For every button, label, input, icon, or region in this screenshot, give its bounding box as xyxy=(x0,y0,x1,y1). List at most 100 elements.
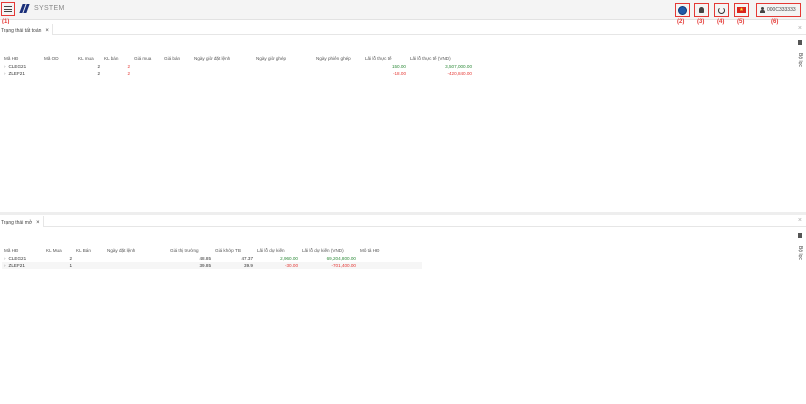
col-header[interactable]: Mô tả HĐ xyxy=(358,245,422,255)
contract-code: ZLEF21 xyxy=(8,263,25,268)
realized-pl: 150.00 xyxy=(391,64,406,69)
logo-text: SYSTEM xyxy=(34,5,65,12)
buy-volume: 1 xyxy=(44,262,74,269)
realized-pl: -18.00 xyxy=(392,71,406,76)
globe-icon xyxy=(678,5,687,15)
order-time xyxy=(192,63,254,70)
close-tab-icon[interactable]: × xyxy=(45,28,49,34)
refresh-button[interactable] xyxy=(714,3,729,17)
order-date xyxy=(105,255,168,262)
table-header-row: Mã HĐ Mã OD KL mua KL bán Giá mua Giá bá… xyxy=(2,53,474,63)
avg-match-price: 47.37 xyxy=(241,256,254,261)
expected-pl-vnd: -701,400.00 xyxy=(300,262,358,269)
col-header[interactable]: Giá bán xyxy=(162,53,192,63)
user-icon xyxy=(760,7,765,13)
col-header[interactable]: Mã OD xyxy=(42,53,76,63)
panel-divider[interactable] xyxy=(0,212,806,215)
tab-label: Trạng thái mở xyxy=(1,219,33,226)
user-account-button[interactable]: 000C333333 xyxy=(756,3,801,17)
col-header[interactable]: KL Bán xyxy=(74,245,105,255)
tab-label: Trạng thái tất toán xyxy=(1,27,42,34)
col-header[interactable]: Lãi lỗ dự kiến xyxy=(255,245,300,255)
expand-icon[interactable]: › xyxy=(4,256,6,261)
contract-code: CLEG21 xyxy=(8,256,27,261)
col-header[interactable]: Ngày giờ ghép xyxy=(254,53,314,63)
filter-toggle[interactable]: Bộ lọc xyxy=(797,246,803,260)
user-id: 000C333333 xyxy=(767,7,796,13)
filter-toggle[interactable]: Bộ lọc xyxy=(797,53,803,67)
expected-pl-vnd: 69,204,800.00 xyxy=(326,256,356,261)
refresh-icon xyxy=(718,6,725,14)
col-header[interactable]: Mã HĐ xyxy=(2,245,44,255)
table-row[interactable]: › ZLEF21 2 2 -18.00 -420,840.00 xyxy=(2,70,474,77)
open-positions-table: Mã HĐ KL Mua KL Bán Ngày đặt lệnh Giá th… xyxy=(2,245,422,269)
col-header[interactable]: Lãi lỗ thực tế (VND) xyxy=(408,53,474,63)
panel1-side-tools: Bộ lọc xyxy=(796,40,804,67)
contract-description xyxy=(358,255,422,262)
table-row[interactable]: › CLEG21 2 2 150.00 3,507,000.00 xyxy=(2,63,474,70)
col-header[interactable]: Giá khớp TB xyxy=(213,245,255,255)
close-tab-icon[interactable]: × xyxy=(36,220,40,226)
closed-positions-table: Mã HĐ Mã OD KL mua KL bán Giá mua Giá bá… xyxy=(2,53,474,77)
col-header[interactable]: Ngày đặt lệnh xyxy=(105,245,168,255)
contract-code: CLEG21 xyxy=(8,64,27,69)
sell-volume xyxy=(74,255,105,262)
expand-icon[interactable]: › xyxy=(4,71,6,76)
table-row[interactable]: › CLEG21 2 48.85 47.37 2,960.00 69,204,80… xyxy=(2,255,422,262)
sell-volume xyxy=(74,262,105,269)
closed-positions-header: Trạng thái tất toán × × xyxy=(0,24,806,35)
col-header[interactable]: Lãi lỗ thực tế xyxy=(363,53,408,63)
session-date xyxy=(314,63,363,70)
order-time xyxy=(192,70,254,77)
expected-pl: -30.00 xyxy=(255,262,300,269)
hamburger-icon xyxy=(4,6,12,12)
col-header[interactable]: KL Mua xyxy=(44,245,74,255)
table-row[interactable]: › ZLEF21 1 39.85 39.9 -30.00 -701,400.00 xyxy=(2,262,422,269)
buy-volume: 2 xyxy=(97,71,100,76)
tab-open-positions[interactable]: Trạng thái mở × xyxy=(0,216,44,227)
col-header[interactable]: Giá thị trường xyxy=(168,245,213,255)
order-date xyxy=(105,262,168,269)
panel2-side-tools: Bộ lọc xyxy=(796,233,804,260)
col-header[interactable]: Mã HĐ xyxy=(2,53,42,63)
sell-price xyxy=(162,63,192,70)
col-header[interactable]: Lãi lỗ dự kiến (VND) xyxy=(300,245,358,255)
bell-icon xyxy=(699,7,704,13)
col-header[interactable]: KL mua xyxy=(76,53,102,63)
export-document-icon[interactable] xyxy=(798,40,802,45)
open-positions-header: Trạng thái mở × × xyxy=(0,216,806,227)
col-header[interactable]: Giá mua xyxy=(132,53,162,63)
language-button[interactable] xyxy=(675,3,690,17)
sell-price xyxy=(162,70,192,77)
od-code xyxy=(42,70,76,77)
od-code xyxy=(42,63,76,70)
sell-volume: 2 xyxy=(127,64,130,69)
match-time xyxy=(254,70,314,77)
export-document-icon[interactable] xyxy=(798,233,802,238)
tab-closed-positions[interactable]: Trạng thái tất toán × xyxy=(0,24,53,35)
market-price: 39.85 xyxy=(168,262,213,269)
close-panel-icon[interactable]: × xyxy=(798,217,802,224)
menu-button[interactable] xyxy=(1,2,15,16)
expand-icon[interactable]: › xyxy=(4,64,6,69)
app-logo: SYSTEM xyxy=(19,4,65,13)
market-price: 48.85 xyxy=(199,256,212,261)
realized-pl-vnd: 3,507,000.00 xyxy=(445,64,472,69)
session-date xyxy=(314,70,363,77)
expand-icon[interactable]: › xyxy=(4,263,6,268)
col-header[interactable]: Ngày phiên ghép xyxy=(314,53,363,63)
sell-volume: 2 xyxy=(127,71,130,76)
vietnam-flag-icon: ★ xyxy=(737,7,746,13)
top-bar: SYSTEM ★ 000C333333 xyxy=(0,0,806,20)
close-panel-icon[interactable]: × xyxy=(798,25,802,32)
logo-icon xyxy=(19,4,31,13)
buy-volume: 2 xyxy=(97,64,100,69)
col-header[interactable]: Ngày giờ đặt lệnh xyxy=(192,53,254,63)
col-header[interactable]: KL bán xyxy=(102,53,132,63)
notification-button[interactable] xyxy=(694,3,709,17)
buy-volume: 2 xyxy=(69,256,72,261)
table-header-row: Mã HĐ KL Mua KL Bán Ngày đặt lệnh Giá th… xyxy=(2,245,422,255)
flag-button[interactable]: ★ xyxy=(734,3,749,17)
contract-code: ZLEF21 xyxy=(8,71,25,76)
buy-price xyxy=(132,70,162,77)
